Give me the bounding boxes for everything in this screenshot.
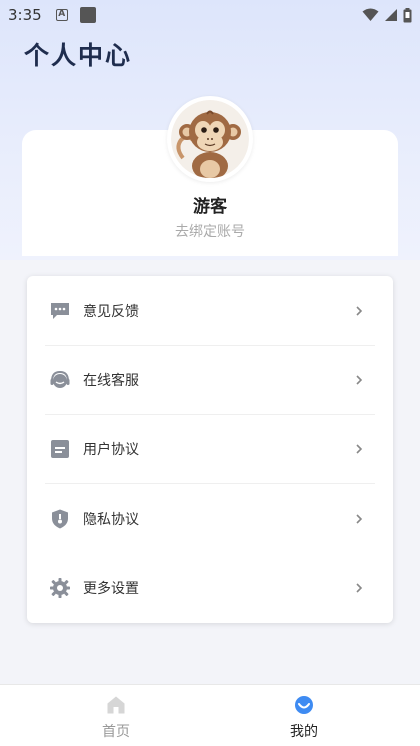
chevron-right-icon — [356, 513, 363, 524]
chevron-right-icon — [356, 305, 363, 316]
status-bar: 3:35 A — [0, 0, 420, 30]
menu-card: 意见反馈 在线客服 用户协议 隐私协议 更多设置 — [27, 276, 393, 623]
home-icon — [107, 696, 125, 714]
username: 游客 — [193, 197, 227, 217]
wifi-icon — [362, 8, 379, 21]
chevron-right-icon — [356, 582, 363, 593]
menu-item-feedback[interactable]: 意见反馈 — [27, 276, 393, 345]
notification-square-icon — [79, 7, 96, 23]
status-time: 3:35 — [8, 6, 42, 24]
menu-item-label: 用户协议 — [83, 441, 139, 458]
gear-icon — [50, 577, 70, 598]
profile-icon — [295, 696, 313, 714]
customer-service-icon — [50, 370, 70, 388]
menu-item-privacy-agreement[interactable]: 隐私协议 — [27, 484, 393, 553]
tab-home[interactable]: 首页 — [11, 685, 221, 746]
menu-item-customer-service[interactable]: 在线客服 — [27, 345, 393, 414]
tab-label: 我的 — [290, 724, 318, 740]
page-title: 个人中心 — [24, 41, 133, 70]
avatar[interactable] — [167, 96, 253, 182]
menu-item-user-agreement[interactable]: 用户协议 — [27, 414, 393, 483]
battery-icon — [403, 7, 412, 22]
menu-item-label: 意见反馈 — [83, 303, 139, 320]
tab-label: 首页 — [102, 724, 130, 740]
shield-icon — [52, 509, 68, 528]
menu-item-label: 隐私协议 — [83, 511, 139, 528]
tab-mine[interactable]: 我的 — [199, 685, 409, 746]
document-icon — [51, 439, 69, 458]
bottom-tab-bar: 首页 我的 — [0, 684, 420, 746]
menu-item-label: 更多设置 — [83, 580, 139, 597]
menu-item-label: 在线客服 — [83, 372, 139, 389]
chevron-right-icon — [356, 443, 363, 454]
bind-account-link[interactable]: 去绑定账号 — [0, 221, 420, 241]
cellular-signal-icon — [385, 9, 397, 21]
notification-a-icon: A — [55, 9, 68, 21]
feedback-icon — [51, 302, 69, 319]
monkey-avatar-icon — [171, 100, 249, 178]
menu-item-more-settings[interactable]: 更多设置 — [27, 553, 393, 622]
chevron-right-icon — [356, 374, 363, 385]
